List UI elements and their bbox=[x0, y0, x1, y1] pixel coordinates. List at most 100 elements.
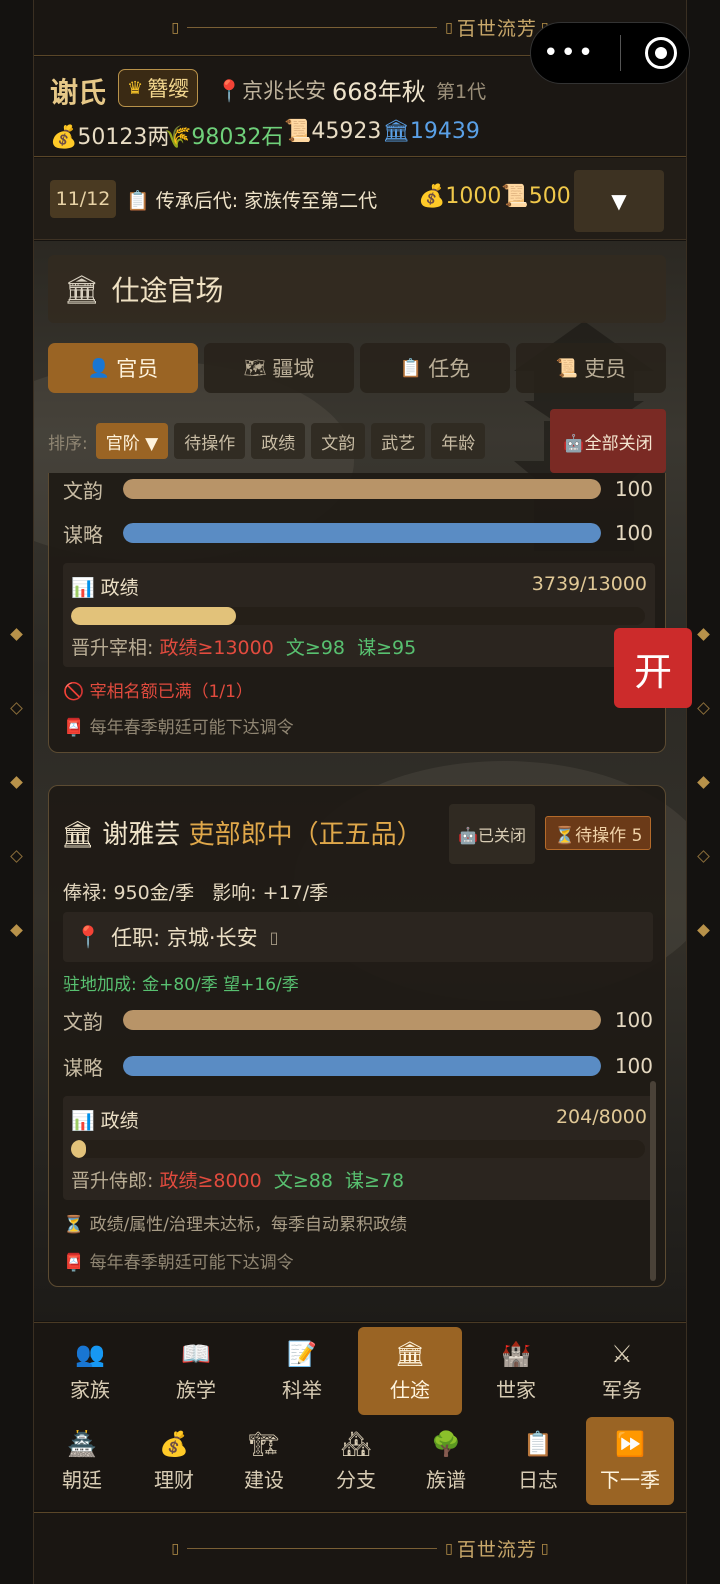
tab-territory[interactable]: 🗺 疆域 bbox=[204, 343, 354, 393]
sort-literary[interactable]: 文韵 bbox=[311, 423, 366, 459]
performance-title: 📊 政绩 bbox=[71, 1106, 139, 1133]
tab-officials[interactable]: 👤 官员 bbox=[48, 343, 198, 393]
nav-label: 理财 bbox=[154, 1467, 194, 1492]
person-icon: 👤 bbox=[87, 357, 111, 379]
pin-icon: 📍 bbox=[216, 79, 243, 103]
capsule-divider bbox=[619, 35, 621, 71]
nav-genealogy[interactable]: 🌳 族谱 bbox=[398, 1417, 494, 1505]
performance-box: 📊 政绩 3739/13000 晋升宰相: 政绩≥13000 文≥98 谋≥95 bbox=[63, 563, 655, 667]
nav-label: 分支 bbox=[336, 1467, 376, 1492]
tab-appointments[interactable]: 📋 任免 bbox=[360, 343, 510, 393]
banner-title: 百世流芳 bbox=[456, 18, 537, 40]
resource-grain: 🌾98032石 bbox=[164, 125, 284, 150]
nav-school[interactable]: 📖 族学 bbox=[144, 1327, 248, 1415]
nav-military[interactable]: ⚔ 军务 bbox=[570, 1327, 674, 1415]
nav-finance[interactable]: 💰 理财 bbox=[126, 1417, 222, 1505]
nav-label: 军务 bbox=[602, 1377, 642, 1402]
performance-title: 📊 政绩 bbox=[71, 573, 139, 600]
post-box: 📍 任职: 京城·长安 ▯ bbox=[63, 912, 653, 962]
rank-label: 簪缨 bbox=[147, 77, 190, 101]
tab-clerks[interactable]: 📜 吏员 bbox=[516, 343, 666, 393]
req-strategy: 谋≥78 bbox=[345, 1170, 405, 1192]
auto-toggle-button[interactable]: 🤖已关闭 bbox=[449, 804, 535, 864]
stat-value: 100 bbox=[614, 1054, 653, 1078]
stat-literary: 文韵 100 bbox=[63, 1004, 653, 1036]
tab-label: 官员 bbox=[116, 357, 159, 381]
banner-line bbox=[187, 1548, 438, 1549]
sort-martial[interactable]: 武艺 bbox=[371, 423, 426, 459]
stat-fill bbox=[123, 1056, 601, 1076]
close-miniprogram-icon[interactable] bbox=[644, 37, 677, 69]
nav-branches[interactable]: 🏘 分支 bbox=[308, 1417, 404, 1505]
rail-ornament bbox=[10, 628, 23, 641]
salary-line: 俸禄: 950金/季 影响: +17/季 bbox=[63, 878, 328, 905]
sort-age[interactable]: 年龄 bbox=[431, 423, 486, 459]
government-icon: 🏛 bbox=[61, 820, 95, 850]
scrollbar[interactable] bbox=[650, 1081, 656, 1281]
req-strategy: 谋≥95 bbox=[357, 637, 417, 659]
stat-bar bbox=[123, 1056, 601, 1076]
nav-label: 世家 bbox=[496, 1377, 536, 1402]
tree-icon: 🌳 bbox=[431, 1429, 461, 1458]
sort-pending[interactable]: 待操作 bbox=[174, 423, 246, 459]
performance-value: 204/8000 bbox=[555, 1106, 647, 1128]
promotion-prefix: 晋升宰相: bbox=[71, 637, 160, 659]
memo-icon: 📝 bbox=[287, 1339, 317, 1368]
nav-family[interactable]: 👥 家族 bbox=[38, 1327, 142, 1415]
more-icon[interactable]: ••• bbox=[543, 38, 595, 68]
req-performance: 政绩≥13000 bbox=[159, 637, 274, 659]
nav-label: 仕途 bbox=[390, 1377, 430, 1402]
official-name: 谢雅芸 bbox=[102, 820, 181, 850]
scroll-icon: 📜 bbox=[555, 357, 579, 379]
nav-court[interactable]: 🏯 朝廷 bbox=[34, 1417, 130, 1505]
stat-fill bbox=[123, 523, 601, 543]
clan-name: 谢氏 bbox=[50, 76, 107, 109]
stat-label: 谋略 bbox=[63, 1055, 103, 1080]
crown-icon: ♛ bbox=[127, 77, 144, 99]
stat-strategy: 谋略 100 bbox=[63, 1050, 653, 1082]
rail-ornament bbox=[697, 628, 710, 641]
tab-bar: 👤 官员 🗺 疆域 📋 任免 📜 吏员 bbox=[48, 343, 686, 395]
station-bonus: 驻地加成: 金+80/季 望+16/季 bbox=[63, 975, 299, 995]
quest-bar[interactable]: 11/12 📋 传承后代: 家族传至第二代 💰1000📜500 ▼ bbox=[34, 158, 686, 240]
nav-build[interactable]: 🏗 建设 bbox=[216, 1417, 312, 1505]
rail-ornament bbox=[10, 776, 23, 789]
nav-exam[interactable]: 📝 科举 bbox=[250, 1327, 354, 1415]
section-header: 🏛 仕途官场 bbox=[48, 255, 666, 323]
performance-fill bbox=[71, 607, 237, 625]
chart-icon: 📊 bbox=[71, 1110, 95, 1132]
sort-rank[interactable]: 官阶 ▼ bbox=[95, 423, 169, 459]
nav-label: 朝廷 bbox=[62, 1467, 102, 1492]
quest-expand-button[interactable]: ▼ bbox=[574, 170, 664, 232]
next-season-button[interactable]: ⏩ 下一季 bbox=[586, 1417, 674, 1505]
game-year: 668年秋 bbox=[332, 78, 426, 106]
reward-money: 💰1000 bbox=[418, 184, 502, 209]
close-all-button[interactable]: 🤖全部关闭 bbox=[550, 409, 666, 473]
stat-value: 100 bbox=[614, 477, 653, 501]
rank-badge[interactable]: ♛ 簪缨 bbox=[118, 69, 199, 107]
nav-clans[interactable]: 🏰 世家 bbox=[464, 1327, 568, 1415]
performance-value: 3739/13000 bbox=[531, 573, 647, 595]
sort-performance[interactable]: 政绩 bbox=[251, 423, 306, 459]
location: 📍京兆长安 bbox=[216, 75, 326, 105]
stat-bar bbox=[123, 1010, 601, 1030]
promotion-requirements: 晋升宰相: 政绩≥13000 文≥98 谋≥95 bbox=[71, 633, 416, 660]
open-button[interactable]: 开 bbox=[614, 628, 692, 708]
banner-mark: ▯ bbox=[540, 1540, 549, 1557]
nav-career[interactable]: 🏛 仕途 bbox=[358, 1327, 462, 1415]
stat-label: 谋略 bbox=[63, 522, 103, 547]
pending-badge[interactable]: ⏳待操作 5 bbox=[545, 816, 652, 850]
req-literary: 文≥98 bbox=[285, 637, 346, 659]
crane-icon: 🏗 bbox=[248, 1429, 280, 1458]
promotion-requirements: 晋升侍郎: 政绩≥8000 文≥88 谋≥78 bbox=[71, 1166, 404, 1193]
performance-fill bbox=[71, 1140, 86, 1158]
stat-fill bbox=[123, 1010, 601, 1030]
accumulation-info: ⏳ 政绩/属性/治理未达标，每季自动累积政绩 bbox=[63, 1215, 408, 1235]
nav-log[interactable]: 📋 日志 bbox=[490, 1417, 586, 1505]
banner-mark: ▯ bbox=[445, 19, 453, 36]
stat-label: 文韵 bbox=[63, 1009, 103, 1034]
quest-count: 11/12 bbox=[50, 180, 116, 218]
quota-warning: 🚫 宰相名额已满（1/1） bbox=[63, 682, 253, 702]
official-card[interactable]: 🏛 谢雅芸 吏部郎中（正五品） 🤖已关闭 ⏳待操作 5 俸禄: 950金/季 影… bbox=[48, 785, 666, 1287]
nav-label: 日志 bbox=[518, 1467, 558, 1492]
